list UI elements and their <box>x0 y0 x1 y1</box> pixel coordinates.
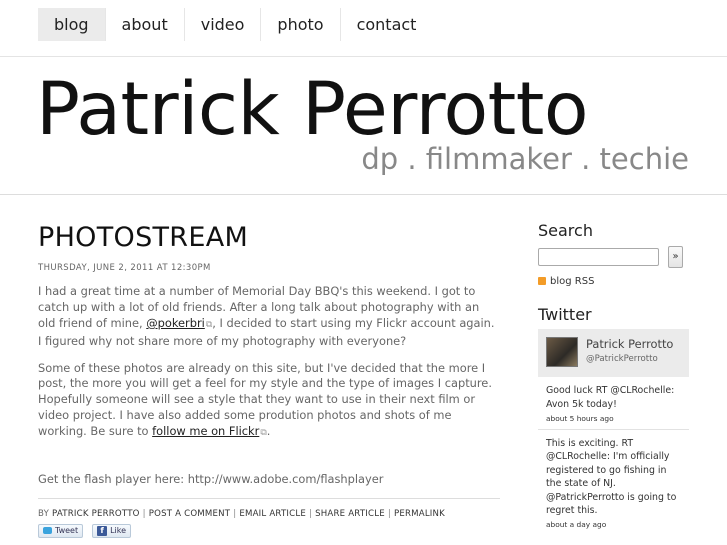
meta-separator: | <box>233 508 237 519</box>
post-text: . <box>266 423 271 438</box>
post-comment-link[interactable]: POST A COMMENT <box>149 509 231 519</box>
meta-separator: | <box>308 508 313 519</box>
sidebar: Search » blog RSS Twitter Patrick Perrot… <box>538 222 690 535</box>
nav-list: blog about video photo contact <box>38 8 432 41</box>
post-text: Some of these photos are already on this… <box>38 360 492 438</box>
email-article-link[interactable]: EMAIL ARTICLE <box>239 509 306 519</box>
tweet-item: Good luck RT @CLRochelle: Avon 5k today!… <box>538 377 689 430</box>
nav-item-video[interactable]: video <box>185 8 262 41</box>
tweet-text: Good luck RT @CLRochelle: Avon 5k today! <box>546 385 675 410</box>
share-article-link[interactable]: SHARE ARTICLE <box>315 509 385 519</box>
tweet-button[interactable]: Tweet <box>38 523 84 538</box>
site-header: Patrick Perrotto dp . filmmaker . techie <box>0 57 727 195</box>
tweet-text: This is exciting. RT @CLRochelle: I'm of… <box>546 438 677 517</box>
meta-by-label: BY <box>38 508 50 519</box>
search-submit-button[interactable]: » <box>668 245 683 268</box>
nav-item-about[interactable]: about <box>106 8 185 41</box>
facebook-icon: f <box>97 525 108 536</box>
tweet-time[interactable]: about 5 hours ago <box>546 414 681 423</box>
tweet-label: Tweet <box>55 526 79 536</box>
twitter-profile[interactable]: Patrick Perrotto @PatrickPerrotto <box>538 329 689 378</box>
rss-label: blog RSS <box>550 275 595 287</box>
top-nav: blog about video photo contact <box>0 0 727 57</box>
rss-link[interactable]: blog RSS <box>538 276 690 287</box>
nav-item-contact[interactable]: contact <box>341 8 433 41</box>
search-input[interactable] <box>538 247 659 266</box>
post-meta: BY PATRICK PERROTTO | POST A COMMENT | EMAIL… <box>38 497 500 519</box>
blog-post: PHOTOSTREAM THURSDAY, JUNE 2, 2011 AT 12… <box>38 222 500 538</box>
site-tagline: dp . filmmaker . techie <box>361 142 689 176</box>
social-buttons: Tweet f Like <box>38 523 500 538</box>
like-button[interactable]: f Like <box>92 523 132 538</box>
nav-item-blog[interactable]: blog <box>38 8 106 41</box>
post-date: THURSDAY, JUNE 2, 2011 AT 12:30PM <box>38 263 211 274</box>
nav-item-photo[interactable]: photo <box>261 8 341 41</box>
like-label: Like <box>110 526 127 536</box>
pokerbri-link[interactable]: @pokerbri <box>146 316 205 330</box>
meta-separator: | <box>142 508 146 519</box>
permalink-link[interactable]: PERMALINK <box>394 509 445 519</box>
site-title[interactable]: Patrick Perrotto <box>36 73 589 146</box>
twitter-heading: Twitter <box>538 304 592 324</box>
flash-player-notice: Get the flash player here: http://www.ad… <box>38 471 384 486</box>
post-paragraph-2: Some of these photos are already on this… <box>38 361 500 442</box>
search-heading: Search <box>538 221 593 240</box>
post-title[interactable]: PHOTOSTREAM <box>38 222 500 254</box>
rss-icon <box>538 277 546 286</box>
profile-handle[interactable]: @PatrickPerrotto <box>586 354 658 364</box>
meta-separator: | <box>387 508 391 519</box>
post-paragraph-1: I had a great time at a number of Memori… <box>38 284 500 349</box>
flickr-link[interactable]: follow me on Flickr <box>152 424 259 438</box>
tweet-item: This is exciting. RT @CLRochelle: I'm of… <box>538 430 689 535</box>
avatar[interactable] <box>546 337 578 368</box>
twitter-bird-icon <box>43 527 52 535</box>
search-form: » <box>538 245 690 268</box>
author-link[interactable]: PATRICK PERROTTO <box>52 509 140 519</box>
tweet-time[interactable]: about a day ago <box>546 520 681 529</box>
profile-name[interactable]: Patrick Perrotto <box>586 337 673 351</box>
